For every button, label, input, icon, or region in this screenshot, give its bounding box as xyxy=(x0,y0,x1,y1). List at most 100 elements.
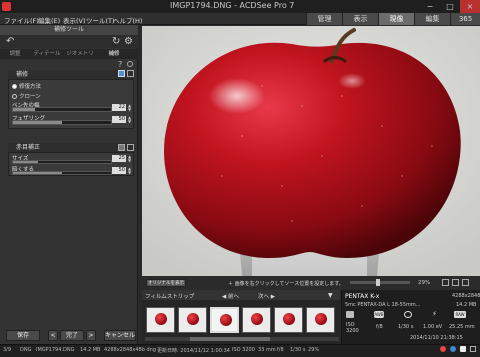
rating-icon[interactable] xyxy=(470,346,476,352)
redeye-size-fill xyxy=(13,161,38,163)
reset-icon[interactable] xyxy=(118,70,125,77)
menu-tools[interactable]: ツール(T) xyxy=(86,15,115,25)
app-window: IMGP1794.DNG - ACDSee Pro 7 − □ × ファイル(F… xyxy=(0,0,480,357)
category-icon[interactable] xyxy=(450,346,456,352)
apple-thumbnail-icon xyxy=(220,314,232,326)
mode-tab-365[interactable]: 365 xyxy=(450,13,480,25)
camera-model: PENTAX K-x xyxy=(345,293,380,300)
mode-tab-edit[interactable]: 編集 xyxy=(414,13,450,25)
tab-detail[interactable]: ディテール xyxy=(30,49,64,59)
repair-hint: ＋ 画像を右クリックしてソース位置を設定します。 xyxy=(228,281,344,287)
raw-icon: RAW xyxy=(454,311,466,318)
redeye-size-spin-icon[interactable]: ▲ ▼ xyxy=(127,155,132,163)
menu-file[interactable]: ファイル(F) xyxy=(4,15,39,25)
lens-name: 5mc PENTAX-DA L 18-55mm... xyxy=(345,302,421,308)
mode-tab-view[interactable]: 表示 xyxy=(342,13,378,25)
brush-width-spin-icon[interactable]: ▲ ▼ xyxy=(127,104,132,112)
tag-icon[interactable] xyxy=(460,346,466,352)
brush-width-fill xyxy=(13,108,35,111)
capture-date: 2014/11/10 21:38:15 xyxy=(410,335,463,341)
save-button[interactable]: 保存 xyxy=(6,330,40,341)
redeye-darken-spin-icon[interactable]: ▲ ▼ xyxy=(127,167,132,175)
filmstrip-thumbnail[interactable] xyxy=(242,307,271,333)
feathering-fill xyxy=(13,121,62,124)
status-focal: 33 mm xyxy=(258,347,276,353)
mode-tab-manage[interactable]: 管理 xyxy=(306,13,342,25)
redeye-collapse-icon[interactable] xyxy=(127,144,134,151)
zoom-slider-thumb[interactable] xyxy=(376,279,380,286)
tab-adjust[interactable]: 調整 xyxy=(2,49,28,59)
show-original-button[interactable]: オリジナルを表示 xyxy=(146,279,186,287)
filmstrip-scroll-thumb[interactable] xyxy=(190,337,270,341)
close-button[interactable]: × xyxy=(460,0,480,13)
feathering-spin-icon[interactable]: ▲ ▼ xyxy=(127,116,132,124)
feathering-slider[interactable] xyxy=(12,120,112,125)
prev-button[interactable]: < xyxy=(48,330,58,341)
redeye-size-value[interactable]: 25 xyxy=(112,155,126,162)
status-shutter: 1/30 s xyxy=(290,347,306,353)
repair-header-label: 補修 xyxy=(16,71,29,78)
filmstrip-thumbnail[interactable] xyxy=(146,307,175,333)
cancel-button[interactable]: キャンセル xyxy=(104,330,136,341)
color-label-icon[interactable] xyxy=(440,346,446,352)
redeye-section-header[interactable]: 赤目補正 xyxy=(8,143,134,152)
flash-icon: ⚡ xyxy=(432,310,437,318)
power-icon[interactable] xyxy=(127,61,133,67)
status-iso: ISO 3200 xyxy=(232,347,255,353)
fullscreen-icon[interactable] xyxy=(462,279,469,286)
maximize-button[interactable]: □ xyxy=(440,0,460,13)
filmstrip-thumbnail[interactable] xyxy=(178,307,207,333)
image-dimensions: 4288x2848 xyxy=(452,293,480,299)
status-counter: 3/9 xyxy=(3,347,12,353)
apple-photo xyxy=(142,26,480,276)
tab-repair[interactable]: 補修 xyxy=(100,49,128,59)
next-button[interactable]: > xyxy=(86,330,96,341)
zoom-slider[interactable] xyxy=(350,281,410,284)
status-filesize: 14.2 MB xyxy=(80,347,101,353)
menu-edit[interactable]: 編集(E) xyxy=(38,15,60,25)
filmstrip-prev[interactable]: ◀ 前へ xyxy=(222,292,239,300)
refresh-icon[interactable]: ↻ xyxy=(112,37,120,47)
shutter: 1/30 s xyxy=(398,324,414,330)
radio-clone[interactable]: クローン xyxy=(12,92,41,100)
filmstrip-thumbnail[interactable] xyxy=(306,307,335,333)
brush-width-value[interactable]: 22 xyxy=(112,104,126,111)
window-title: IMGP1794.DNG - ACDSee Pro 7 xyxy=(170,1,295,10)
redeye-header-label: 赤目補正 xyxy=(16,144,41,151)
exposure-ev: 1.00 eV xyxy=(423,324,443,330)
collapse-icon[interactable] xyxy=(127,70,134,77)
filmstrip-thumbnail[interactable] xyxy=(274,307,303,333)
menu-help[interactable]: ヘルプ(H) xyxy=(113,15,142,25)
apple-thumbnail-icon xyxy=(155,313,167,325)
redeye-reset-icon[interactable] xyxy=(118,144,125,151)
actual-size-icon[interactable] xyxy=(452,279,459,286)
back-arrow-icon[interactable]: ↶ xyxy=(6,37,14,47)
filmstrip-menu-icon[interactable]: ▼ xyxy=(328,292,333,299)
mode-tab-develop[interactable]: 現像 xyxy=(378,13,414,25)
gear-icon[interactable]: ⚙ xyxy=(124,37,133,47)
image-viewer[interactable] xyxy=(142,26,480,276)
apple-thumbnail-icon xyxy=(187,313,199,325)
help-icon[interactable]: ? xyxy=(118,60,122,69)
aperture: f/8 xyxy=(376,324,383,330)
done-button[interactable]: 完了 xyxy=(60,330,84,341)
filmstrip-thumbnail[interactable] xyxy=(210,307,239,333)
redeye-size-slider[interactable] xyxy=(12,160,112,164)
status-modified: 更新日時: 2014/11/12 1:00:34 xyxy=(157,348,230,354)
repair-section-header[interactable]: 補修 xyxy=(8,70,134,79)
fit-icon[interactable] xyxy=(442,279,449,286)
tab-geometry[interactable]: ジオメトリ xyxy=(64,49,96,59)
radio-heal[interactable]: 修復方法 xyxy=(12,82,41,90)
focal-length: 25.25 mm xyxy=(449,324,475,330)
radio-clone-label: クローン xyxy=(19,94,41,100)
minimize-button[interactable]: − xyxy=(420,0,440,13)
acdsee-logo-icon xyxy=(2,2,11,11)
filmstrip-next[interactable]: 次へ ▶ xyxy=(258,292,275,300)
feathering-value[interactable]: 50 xyxy=(112,116,126,123)
zoom-readout: 29% xyxy=(418,280,431,286)
redeye-darken-value[interactable]: 50 xyxy=(112,167,126,174)
redeye-darken-slider[interactable] xyxy=(12,171,112,175)
camera-icon xyxy=(346,311,354,318)
menu-view[interactable]: 表示(V) xyxy=(63,15,86,25)
brush-width-slider[interactable] xyxy=(12,107,112,112)
